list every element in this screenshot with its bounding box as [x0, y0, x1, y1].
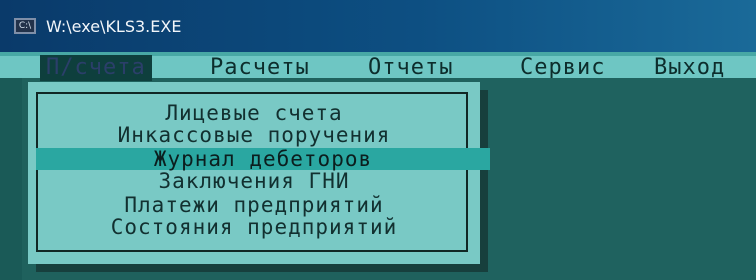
dos-app-window: C:\ W:\exe\KLS3.EXE П/счета Расчеты Отче… [0, 0, 756, 280]
window-title: W:\exe\KLS3.EXE [46, 16, 182, 36]
menu-item-company-payments[interactable]: Платежи предприятий [38, 194, 470, 216]
menu-bar: П/счета Расчеты Отчеты Сервис Выход [0, 52, 756, 81]
accounts-dropdown-menu: Лицевые счета Инкассовые поручения Журна… [28, 82, 490, 264]
menu-reports[interactable]: Отчеты [368, 55, 453, 81]
menu-item-debtors-journal[interactable]: Журнал дебеторов [36, 148, 490, 170]
menu-item-collection-orders[interactable]: Инкассовые поручения [38, 124, 470, 146]
menu-item-tax-conclusions[interactable]: Заключения ГНИ [38, 170, 470, 192]
menu-item-company-status[interactable]: Состояния предприятий [38, 216, 470, 238]
title-bar: C:\ W:\exe\KLS3.EXE [0, 0, 756, 52]
app-icon[interactable]: C:\ [14, 18, 36, 34]
menu-item-personal-accounts[interactable]: Лицевые счета [38, 102, 470, 124]
workspace-left-strip [0, 78, 22, 280]
menu-accounts[interactable]: П/счета [40, 55, 152, 81]
menu-calculations[interactable]: Расчеты [210, 55, 310, 81]
workspace-area [470, 78, 756, 280]
